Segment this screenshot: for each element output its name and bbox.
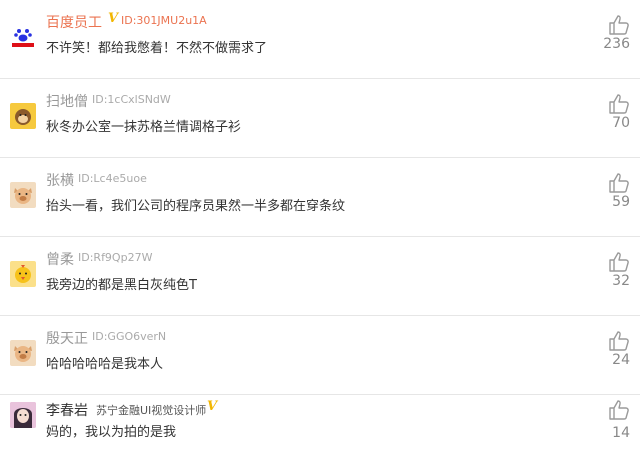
comment-item: 百度员工 V ID:301JMU2u1A 不许笑！都给我憋着！不然不做需求了 2…: [0, 0, 640, 79]
username[interactable]: 扫地僧: [46, 91, 88, 111]
comment-item: 张横 ID:Lc4e5uoe 抬头一看，我们公司的程序员果然一半多都在穿条纹 5…: [0, 158, 640, 237]
like-count: 59: [612, 194, 630, 210]
username[interactable]: 殷天正: [46, 328, 88, 348]
comment-item: 李春岩 苏宁金融UI视觉设计师 V 妈的，我以为拍的是我 14: [0, 395, 640, 451]
verified-badge-icon: V: [207, 399, 218, 414]
comment-text: 我旁边的都是黑白灰纯色T: [46, 278, 197, 293]
user-id: ID:Lc4e5uoe: [78, 172, 147, 185]
baidu-logo-avatar[interactable]: [10, 24, 36, 50]
user-id: ID:301JMU2u1A: [121, 14, 207, 27]
comment-list: 百度员工 V ID:301JMU2u1A 不许笑！都给我憋着！不然不做需求了 2…: [0, 0, 640, 451]
user-id: ID:Rf9Qp27W: [78, 251, 153, 264]
like-count: 32: [612, 273, 630, 289]
pig-avatar[interactable]: [10, 182, 36, 208]
thumbs-up-icon[interactable]: [607, 398, 631, 422]
chick-avatar[interactable]: [10, 261, 36, 287]
thumbs-up-icon[interactable]: [607, 250, 631, 274]
comment-text: 不许笑！都给我憋着！不然不做需求了: [46, 41, 268, 56]
username[interactable]: 张横: [46, 170, 74, 190]
user-id: ID:1cCxlSNdW: [92, 93, 171, 106]
thumbs-up-icon[interactable]: [607, 92, 631, 116]
like-count: 24: [612, 352, 630, 368]
comment-text: 秋冬办公室一抹苏格兰情调格子衫: [46, 120, 242, 135]
thumbs-up-icon[interactable]: [607, 171, 631, 195]
like-count: 14: [612, 425, 630, 441]
username[interactable]: 百度员工: [46, 12, 102, 32]
verified-badge-icon: V: [108, 11, 119, 26]
comment-text: 妈的，我以为拍的是我: [46, 425, 177, 440]
user-title: 苏宁金融UI视觉设计师: [96, 404, 207, 417]
person-photo-avatar[interactable]: [10, 402, 36, 428]
comment-text: 抬头一看，我们公司的程序员果然一半多都在穿条纹: [46, 199, 346, 214]
thumbs-up-icon[interactable]: [607, 13, 631, 37]
monkey-avatar[interactable]: [10, 103, 36, 129]
username[interactable]: 李春岩: [46, 400, 88, 420]
comment-text: 哈哈哈哈哈是我本人: [46, 357, 164, 372]
username[interactable]: 曾柔: [46, 249, 74, 269]
comment-item: 曾柔 ID:Rf9Qp27W 我旁边的都是黑白灰纯色T 32: [0, 237, 640, 316]
like-count: 236: [603, 36, 630, 52]
user-id: ID:GGO6verN: [92, 330, 167, 343]
thumbs-up-icon[interactable]: [607, 329, 631, 353]
comment-item: 扫地僧 ID:1cCxlSNdW 秋冬办公室一抹苏格兰情调格子衫 70: [0, 79, 640, 158]
comment-item: 殷天正 ID:GGO6verN 哈哈哈哈哈是我本人 24: [0, 316, 640, 395]
like-count: 70: [612, 115, 630, 131]
pig-avatar[interactable]: [10, 340, 36, 366]
